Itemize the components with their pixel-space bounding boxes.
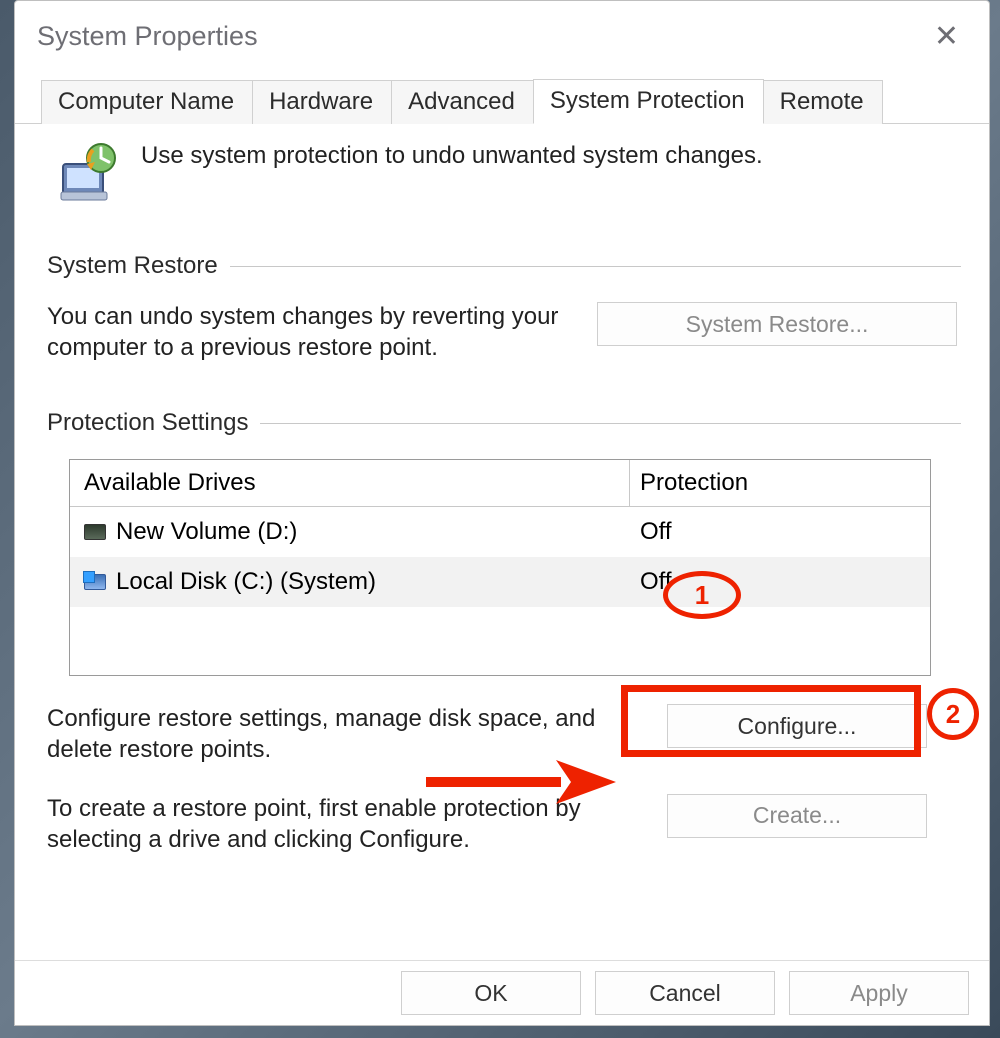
tab-system-protection[interactable]: System Protection xyxy=(533,79,764,124)
drives-header: Available Drives Protection xyxy=(70,460,930,507)
drives-list: Available Drives Protection New Volume (… xyxy=(69,459,931,676)
configure-button-label: Configure... xyxy=(738,713,857,740)
drive-row[interactable]: New Volume (D:) Off xyxy=(70,507,930,557)
drive-status: Off xyxy=(630,559,930,605)
create-desc: To create a restore point, first enable … xyxy=(47,794,607,855)
drive-name: New Volume (D:) xyxy=(116,518,297,546)
intro-text: Use system protection to undo unwanted s… xyxy=(141,142,763,170)
drive-status: Off xyxy=(630,509,930,555)
configure-row: Configure restore settings, manage disk … xyxy=(43,704,961,765)
configure-button[interactable]: Configure... xyxy=(667,704,927,748)
cancel-button[interactable]: Cancel xyxy=(595,971,775,1015)
drive-row[interactable]: Local Disk (C:) (System) Off xyxy=(70,557,930,607)
tab-computer-name[interactable]: Computer Name xyxy=(41,80,253,124)
dialog-footer: OK Cancel Apply xyxy=(15,960,989,1025)
window-title: System Properties xyxy=(37,21,258,52)
system-restore-icon xyxy=(59,142,123,206)
drive-name: Local Disk (C:) (System) xyxy=(116,568,376,596)
create-button[interactable]: Create... xyxy=(667,794,927,838)
tab-hardware[interactable]: Hardware xyxy=(252,80,392,124)
configure-desc: Configure restore settings, manage disk … xyxy=(47,704,607,765)
ok-button[interactable]: OK xyxy=(401,971,581,1015)
create-button-label: Create... xyxy=(753,802,841,829)
section-system-restore: System Restore xyxy=(47,252,961,280)
section-protection-settings: Protection Settings xyxy=(47,409,961,437)
drive-icon xyxy=(84,574,106,590)
create-row: To create a restore point, first enable … xyxy=(43,794,961,855)
system-restore-button-label: System Restore... xyxy=(686,311,869,338)
restore-row: You can undo system changes by reverting… xyxy=(43,302,961,363)
tab-content: Use system protection to undo unwanted s… xyxy=(15,124,989,960)
divider xyxy=(260,423,961,424)
system-properties-window: System Properties ✕ Computer Name Hardwa… xyxy=(14,0,990,1026)
header-protection: Protection xyxy=(630,460,930,506)
section-title-protection: Protection Settings xyxy=(47,409,248,437)
section-title-restore: System Restore xyxy=(47,252,218,280)
tab-remote[interactable]: Remote xyxy=(763,80,883,124)
system-restore-button[interactable]: System Restore... xyxy=(597,302,957,346)
header-available-drives: Available Drives xyxy=(70,460,630,506)
titlebar: System Properties ✕ xyxy=(15,1,989,78)
apply-button[interactable]: Apply xyxy=(789,971,969,1015)
drive-icon xyxy=(84,524,106,540)
list-padding xyxy=(70,607,930,675)
tabstrip: Computer Name Hardware Advanced System P… xyxy=(15,78,989,124)
tab-advanced[interactable]: Advanced xyxy=(391,80,534,124)
close-icon[interactable]: ✕ xyxy=(926,17,967,56)
restore-desc: You can undo system changes by reverting… xyxy=(47,302,567,363)
intro-row: Use system protection to undo unwanted s… xyxy=(43,138,961,252)
divider xyxy=(230,266,961,267)
